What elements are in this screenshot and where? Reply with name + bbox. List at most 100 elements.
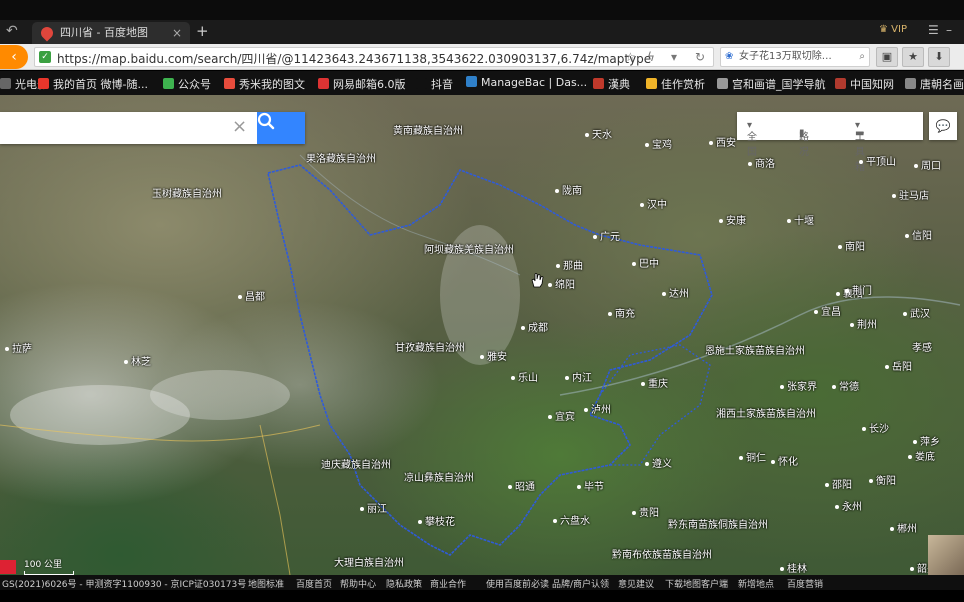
- footer-link[interactable]: 品牌/商户认领: [552, 577, 609, 590]
- footer-link[interactable]: 使用百度前必读: [486, 577, 549, 590]
- bookmark-item[interactable]: 宫和画谱_国学导航: [717, 76, 826, 92]
- map-place-label[interactable]: 黔南布依族苗族自治州: [612, 550, 712, 562]
- refresh-icon[interactable]: ↻: [695, 50, 705, 64]
- vip-badge[interactable]: ♛ VIP: [879, 24, 907, 35]
- bookmark-item[interactable]: 唐朝名画: [905, 76, 964, 92]
- map-place-label[interactable]: 成都: [521, 323, 548, 335]
- footer-link[interactable]: 地图标准: [248, 577, 284, 590]
- map-place-label[interactable]: 绵阳: [548, 280, 575, 292]
- map-place-label[interactable]: 迪庆藏族自治州: [321, 460, 391, 472]
- map-place-label[interactable]: 达州: [662, 289, 689, 301]
- bookmark-item[interactable]: 网易邮箱6.0版: [318, 76, 406, 92]
- map-place-label[interactable]: 昭通: [508, 482, 535, 494]
- footer-link[interactable]: 百度营销: [787, 577, 823, 590]
- map-place-label[interactable]: 平顶山: [859, 157, 896, 169]
- map-place-label[interactable]: 衡阳: [869, 476, 896, 488]
- map-place-label[interactable]: 丽江: [360, 504, 387, 516]
- lightning-icon[interactable]: ϟ: [647, 50, 655, 64]
- map-place-label[interactable]: 孝感: [912, 343, 932, 355]
- map-place-label[interactable]: 毕节: [577, 482, 604, 494]
- map-place-label[interactable]: 凉山彝族自治州: [404, 473, 474, 485]
- bookmark-item[interactable]: 秀米我的图文: [224, 76, 305, 92]
- map-place-label[interactable]: 重庆: [641, 379, 668, 391]
- footer-link[interactable]: 商业合作: [430, 577, 466, 590]
- map-place-label[interactable]: 内江: [565, 373, 592, 385]
- map-place-label[interactable]: 桂林: [780, 564, 807, 575]
- map-place-label[interactable]: 郴州: [890, 524, 917, 536]
- footer-link[interactable]: 下载地图客户端: [665, 577, 728, 590]
- map-place-label[interactable]: 贵阳: [632, 508, 659, 520]
- map-place-label[interactable]: 宜宾: [548, 412, 575, 424]
- footer-link[interactable]: 隐私政策: [386, 577, 422, 590]
- map-place-label[interactable]: 黔东南苗族侗族自治州: [668, 520, 768, 532]
- map-type-switch[interactable]: [928, 535, 964, 575]
- url-field[interactable]: ✓ https://map.baidu.com/search/四川省/@1142…: [34, 47, 714, 67]
- map-place-label[interactable]: 陇南: [555, 186, 582, 198]
- bookmark-item[interactable]: 抖音: [416, 76, 453, 92]
- message-button[interactable]: 💬: [929, 112, 957, 140]
- map-place-label[interactable]: 长沙: [862, 424, 889, 436]
- back-button[interactable]: ‹: [0, 45, 28, 69]
- map-place-label[interactable]: 林芝: [124, 357, 151, 369]
- bookmark-item[interactable]: 中国知网: [835, 76, 894, 92]
- map-place-label[interactable]: 怀化: [771, 457, 798, 469]
- map-place-label[interactable]: 阿坝藏族羌族自治州: [424, 245, 514, 257]
- region-selector[interactable]: 全国 ▾: [747, 120, 757, 158]
- map-place-label[interactable]: 永州: [835, 502, 862, 514]
- map-place-label[interactable]: 恩施土家族苗族自治州: [705, 346, 805, 358]
- map-place-label[interactable]: 六盘水: [553, 516, 590, 528]
- map-place-label[interactable]: 天水: [585, 130, 612, 142]
- map-place-label[interactable]: 张家界: [780, 382, 817, 394]
- tab-baidu-map[interactable]: 四川省 - 百度地图 ×: [32, 22, 190, 44]
- map-place-label[interactable]: 周口: [914, 161, 941, 173]
- menu-icon[interactable]: ☰: [928, 23, 939, 37]
- map-place-label[interactable]: 娄底: [908, 452, 935, 464]
- map-place-label[interactable]: 邵阳: [825, 480, 852, 492]
- map-place-label[interactable]: 乐山: [511, 373, 538, 385]
- bookmark-item[interactable]: ManageBac | Das...: [466, 76, 587, 89]
- bookmark-item[interactable]: 我的首页 微博-随...: [38, 76, 148, 92]
- map-place-label[interactable]: 黄南藏族自治州: [393, 126, 463, 138]
- map-place-label[interactable]: 攀枝花: [418, 517, 455, 529]
- map-place-label[interactable]: 拉萨: [5, 344, 32, 356]
- map-place-label[interactable]: 南充: [608, 309, 635, 321]
- footer-link[interactable]: 新增地点: [738, 577, 774, 590]
- map-place-label[interactable]: 南阳: [838, 242, 865, 254]
- search-icon[interactable]: ⌕: [859, 48, 865, 66]
- map-place-label[interactable]: 驻马店: [892, 191, 929, 203]
- map-place-label[interactable]: 遵义: [645, 459, 672, 471]
- clear-search-icon[interactable]: ×: [232, 116, 247, 137]
- map-place-label[interactable]: 广元: [593, 232, 620, 244]
- map-place-label[interactable]: 西安: [709, 138, 736, 150]
- map-place-label[interactable]: 宜昌: [814, 307, 841, 319]
- map-place-label[interactable]: 甘孜藏族自治州: [395, 343, 465, 355]
- new-tab-button[interactable]: +: [196, 22, 209, 40]
- map-place-label[interactable]: 昌都: [238, 292, 265, 304]
- map-place-label[interactable]: 那曲: [556, 261, 583, 273]
- footer-link[interactable]: 百度首页: [296, 577, 332, 590]
- dropdown-icon[interactable]: ▾: [671, 50, 677, 64]
- bookmark-item[interactable]: 漢典: [593, 76, 630, 92]
- map-place-label[interactable]: 荆门: [845, 286, 872, 298]
- map-place-label[interactable]: 宝鸡: [645, 140, 672, 152]
- map-place-label[interactable]: 信阳: [905, 231, 932, 243]
- map-place-label[interactable]: 萍乡: [913, 437, 940, 449]
- lock-button[interactable]: ▣: [876, 47, 898, 67]
- map-place-label[interactable]: 安康: [719, 216, 746, 228]
- map-place-label[interactable]: 岳阳: [885, 362, 912, 374]
- satellite-map[interactable]: × 全国 ▾ ▮ 路况 ▬ 工具箱 ▾ 💬 黄南藏族自治州 天水 宝鸡 西安 商洛 平顶山…: [0, 95, 964, 575]
- map-place-label[interactable]: 果洛藏族自治州: [306, 154, 376, 166]
- toolbox-menu[interactable]: ▬ 工具箱 ▾: [855, 120, 865, 173]
- browser-search-field[interactable]: ❀ 女子花13万取切除… ⌕: [720, 47, 870, 67]
- map-place-label[interactable]: 巴中: [632, 259, 659, 271]
- map-place-label[interactable]: 雅安: [480, 352, 507, 364]
- download-button[interactable]: ⬇: [928, 47, 950, 67]
- map-place-label[interactable]: 常德: [832, 382, 859, 394]
- map-place-label[interactable]: 玉树藏族自治州: [152, 189, 222, 201]
- map-place-label[interactable]: 商洛: [748, 159, 775, 171]
- map-place-label[interactable]: 汉中: [640, 200, 667, 212]
- map-search-button[interactable]: [257, 112, 305, 144]
- favorites-button[interactable]: ★: [902, 47, 924, 67]
- map-place-label[interactable]: 铜仁: [739, 453, 766, 465]
- map-place-label[interactable]: 泸州: [584, 405, 611, 417]
